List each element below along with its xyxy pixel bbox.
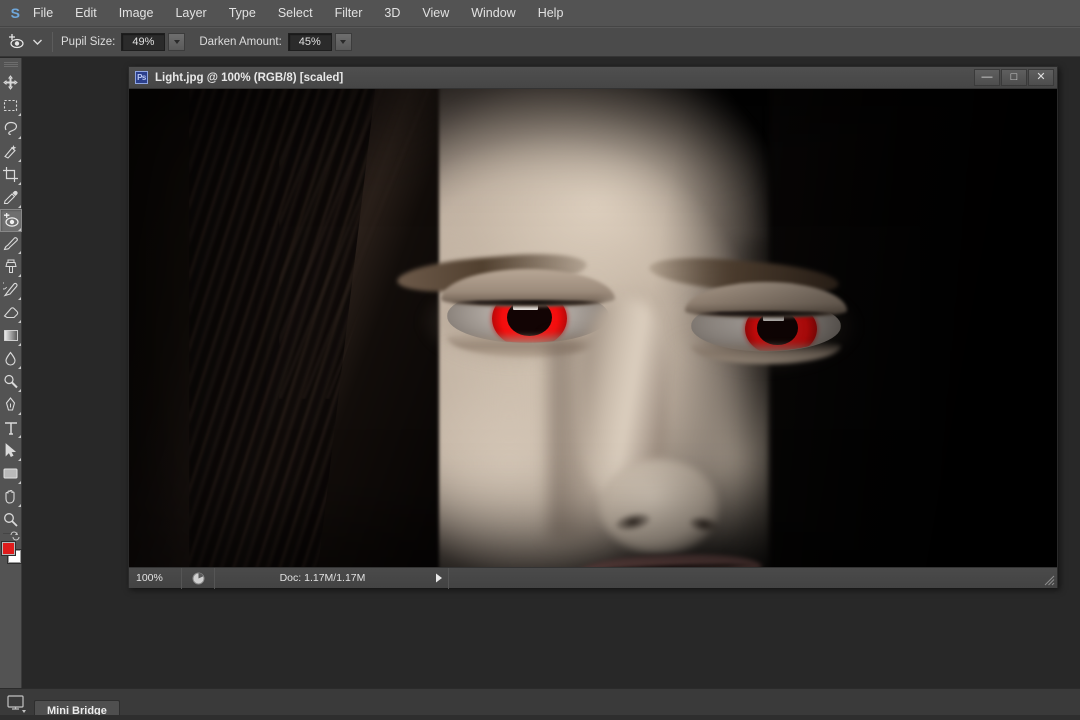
document-ps-badge-icon: Ps — [135, 71, 148, 84]
sidebar-tool-blur[interactable] — [0, 347, 22, 370]
document-size-info: Doc: 1.17M/1.17M — [215, 572, 430, 584]
sidebar-tool-crop[interactable] — [0, 163, 22, 186]
document-title: Light.jpg @ 100% (RGB/8) [scaled] — [155, 72, 973, 84]
photo-content — [129, 89, 1057, 567]
zoom-level-field[interactable]: 100% — [129, 572, 181, 584]
tools-panel-grip[interactable] — [4, 62, 18, 67]
sidebar-tool-rectangular-marquee[interactable] — [0, 94, 22, 117]
sidebar-tool-eyedropper[interactable] — [0, 186, 22, 209]
minimize-button[interactable]: — — [974, 69, 1000, 86]
darken-amount-input[interactable]: 45% — [288, 33, 332, 51]
pupil-size-stepper[interactable] — [168, 33, 185, 51]
menu-select[interactable]: Select — [267, 0, 324, 27]
darken-amount-stepper[interactable] — [335, 33, 352, 51]
pupil-size-group: Pupil Size: 49% — [61, 33, 185, 51]
sidebar-tool-brush[interactable] — [0, 232, 22, 255]
document-title-bar[interactable]: Ps Light.jpg @ 100% (RGB/8) [scaled] — □… — [129, 67, 1057, 89]
photoshop-logo-icon: S — [0, 0, 22, 27]
options-separator — [52, 32, 53, 52]
pupil-size-label: Pupil Size: — [61, 36, 115, 48]
maximize-button[interactable]: □ — [1001, 69, 1027, 86]
close-icon: ✕ — [1036, 72, 1045, 83]
red-eye-tool-icon[interactable] — [0, 27, 30, 57]
sidebar-tool-red-eye[interactable] — [0, 209, 22, 232]
menu-edit[interactable]: Edit — [64, 0, 108, 27]
sidebar-tool-hand[interactable] — [0, 485, 22, 508]
sidebar-tool-history-brush[interactable] — [0, 278, 22, 301]
maximize-icon: □ — [1011, 72, 1018, 83]
sidebar-tool-eraser[interactable] — [0, 301, 22, 324]
sidebar-tool-quick-selection[interactable] — [0, 140, 22, 163]
window-controls: — □ ✕ — [973, 67, 1054, 89]
options-bar: Pupil Size: 49% Darken Amount: 45% — [0, 27, 1080, 57]
pupil-size-input[interactable]: 49% — [121, 33, 165, 51]
sidebar-tool-rectangle[interactable] — [0, 462, 22, 485]
image-canvas[interactable] — [129, 89, 1057, 567]
darken-amount-label: Darken Amount: — [199, 36, 281, 48]
menu-bar: S File Edit Image Layer Type Select Filt… — [0, 0, 1080, 27]
sidebar-tool-type[interactable] — [0, 416, 22, 439]
close-button[interactable]: ✕ — [1028, 69, 1054, 86]
menu-filter[interactable]: Filter — [324, 0, 374, 27]
sidebar-tool-lasso[interactable] — [0, 117, 22, 140]
menu-help[interactable]: Help — [527, 0, 575, 27]
menu-3d[interactable]: 3D — [373, 0, 411, 27]
menu-layer[interactable]: Layer — [164, 0, 217, 27]
menu-image[interactable]: Image — [108, 0, 165, 27]
foreground-color-swatch[interactable] — [2, 542, 15, 555]
sidebar-tool-path-selection[interactable] — [0, 439, 22, 462]
sidebar-tool-pen[interactable] — [0, 393, 22, 416]
darken-amount-group: Darken Amount: 45% — [199, 33, 351, 51]
sidebar-tool-gradient[interactable] — [0, 324, 22, 347]
minimize-icon: — — [982, 72, 993, 83]
bottom-bar: Mini Bridge — [0, 688, 1080, 720]
photo-vignette — [129, 89, 1057, 567]
sidebar-tool-zoom[interactable] — [0, 508, 22, 531]
sidebar-tool-dodge[interactable] — [0, 370, 22, 393]
document-window: Ps Light.jpg @ 100% (RGB/8) [scaled] — □… — [128, 66, 1058, 588]
sidebar-tool-clone-stamp[interactable] — [0, 255, 22, 278]
sidebar-tool-move[interactable] — [0, 71, 22, 94]
tool-preset-picker-chevron-down-icon[interactable] — [30, 27, 44, 57]
pie-chart-icon[interactable] — [182, 572, 214, 585]
tools-panel — [0, 58, 22, 688]
menu-file[interactable]: File — [22, 0, 64, 27]
status-divider-3 — [448, 568, 449, 589]
menu-view[interactable]: View — [411, 0, 460, 27]
menu-type[interactable]: Type — [218, 0, 267, 27]
color-swatches — [0, 539, 22, 569]
play-triangle-icon[interactable] — [430, 573, 448, 583]
menu-window[interactable]: Window — [460, 0, 526, 27]
window-resize-grip[interactable] — [1044, 575, 1055, 586]
bottom-edge-strip — [0, 715, 1080, 720]
document-status-bar: 100% Doc: 1.17M/1.17M — [129, 567, 1057, 588]
